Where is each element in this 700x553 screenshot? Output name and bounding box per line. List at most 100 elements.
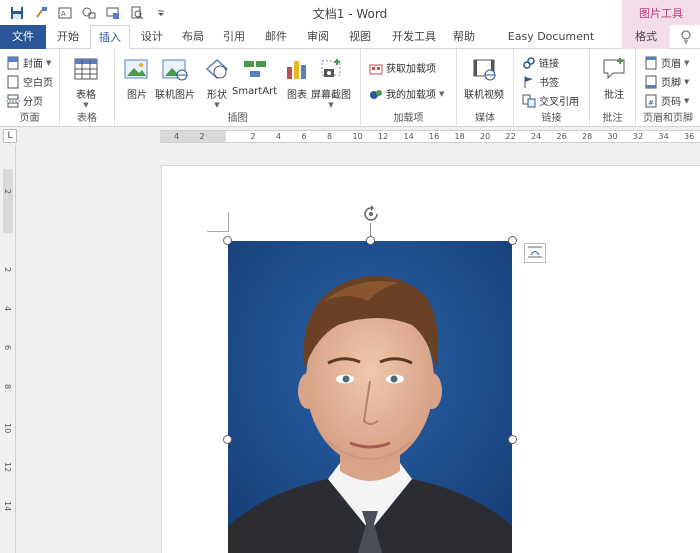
resize-handle-left[interactable] [223,435,232,444]
chart-label: 图表 [287,90,307,101]
tab-view[interactable]: 视图 [342,25,378,49]
ruler-number: 2 [250,132,256,141]
group-pages-label: 页面 [19,113,40,124]
tab-mailings[interactable]: 邮件 [258,25,294,49]
my-addins-button[interactable]: 我的加载项 ▼ [369,85,444,102]
group-addins: 获取加载项 我的加载项 ▼ 加载项 [361,49,457,127]
group-tables-label: 表格 [77,113,97,124]
picture-icon [123,55,151,83]
tab-layout[interactable]: 布局 [175,25,211,49]
group-comments-label: 批注 [602,113,623,124]
page-break-label: 分页 [23,97,43,108]
tab-developer[interactable]: 开发工具 [384,25,444,49]
shapes-icon [203,55,231,83]
picture-button[interactable]: 图片 [123,55,151,101]
ruler-number: 12 [3,462,12,473]
group-header-footer-label: 页眉和页脚 [643,113,693,124]
table-label: 表格 [76,90,96,101]
page-break-button[interactable]: 分页 [6,92,43,109]
table-button[interactable]: 表格 ▼ [72,55,100,109]
ruler-number: 2 [3,267,12,273]
rotate-handle[interactable] [362,205,380,223]
cover-page-label: 封面 [23,59,43,70]
comment-label: 批注 [604,90,624,101]
store-icon [369,61,383,75]
online-picture-button[interactable]: 联机图片 [155,55,195,101]
blank-page-label: 空白页 [23,78,53,89]
svg-text:#: # [648,99,654,107]
page-number-icon: # [644,94,658,108]
tab-format[interactable]: 格式 [622,25,670,49]
ruler-number: 6 [301,132,307,141]
page-number-button[interactable]: # 页码 ▼ [644,92,689,109]
ribbon-insert: 封面 ▼ 空白页 分页 页面 表格 ▼ 表格 图片 联机图片 形状 ▼ Smar… [0,49,700,127]
header-icon [644,56,658,70]
blank-page-button[interactable]: 空白页 [6,73,53,90]
footer-icon [644,75,658,89]
online-picture-icon [161,55,189,83]
chevron-down-icon: ▼ [684,77,690,86]
inserted-picture[interactable] [228,241,512,553]
header-button[interactable]: 页眉 ▼ [644,54,689,71]
ruler-number: 26 [556,132,567,141]
ruler-number: 34 [658,132,669,141]
resize-handle-top-right[interactable] [508,236,517,245]
vertical-ruler[interactable]: 2 2 4 6 8 10 12 14 [0,145,16,553]
ruler-number: 16 [429,132,440,141]
link-button[interactable]: 链接 [522,54,559,71]
layout-options-icon [527,245,543,262]
screenshot-button[interactable]: 屏幕截图 ▼ [311,55,351,109]
tab-home[interactable]: 开始 [49,25,87,49]
ruler-number: 30 [607,132,618,141]
tab-help[interactable]: 帮助 [448,25,480,49]
cover-page-button[interactable]: 封面 ▼ [6,54,51,71]
document-title: 文档1 - Word [312,7,388,21]
tab-selector[interactable]: L [3,129,17,143]
group-links: 链接 书签 交叉引用 链接 [514,49,590,127]
link-icon [522,56,536,70]
group-addins-label: 加载项 [393,113,424,124]
bookmark-button[interactable]: 书签 [522,73,559,90]
group-comments: 批注 批注 [590,49,636,127]
comment-button[interactable]: 批注 [600,55,628,101]
tab-easy-document-creator[interactable]: Easy Document Creator [486,25,616,67]
tell-me-icon[interactable] [676,25,696,49]
cross-reference-button[interactable]: 交叉引用 [522,92,579,109]
title-bar: A 文档1 - Word 图片工具 [0,0,700,25]
my-addins-label: 我的加载项 [386,90,436,101]
blank-page-icon [6,75,20,89]
tab-references[interactable]: 引用 [216,25,252,49]
ruler-top-margin [3,169,13,233]
resize-handle-right[interactable] [508,435,517,444]
chart-button[interactable]: 图表 [283,55,311,101]
chevron-down-icon: ▼ [439,89,445,98]
shapes-button[interactable]: 形状 ▼ [203,55,231,109]
horizontal-ruler[interactable]: 4 2 2 4 6 8 10 12 14 16 18 20 22 24 26 28 30 32 34 36 [160,130,700,143]
cross-reference-icon [522,94,536,108]
group-pages: 封面 ▼ 空白页 分页 页面 [0,49,60,127]
tab-insert[interactable]: 插入 [90,25,130,50]
smartart-button[interactable]: SmartArt [232,55,277,97]
layout-options-button[interactable] [524,243,546,263]
chevron-down-icon: ▼ [46,58,52,67]
chart-icon [283,55,311,83]
tab-file[interactable]: 文件 [0,25,46,49]
ruler-number: 6 [3,345,12,351]
tab-design[interactable]: 设计 [134,25,170,49]
chevron-down-icon: ▼ [214,101,220,109]
online-video-button[interactable]: 联机视频 [464,55,504,101]
group-media: 联机视频 媒体 [457,49,514,127]
tab-review[interactable]: 审阅 [300,25,336,49]
ruler-number: 18 [454,132,465,141]
ruler-number: 28 [582,132,593,141]
bookmark-icon [522,75,536,89]
get-addins-button[interactable]: 获取加载项 [369,59,436,76]
resize-handle-top[interactable] [366,236,375,245]
footer-button[interactable]: 页脚 ▼ [644,73,689,90]
ruler-number: 14 [3,501,12,512]
link-label: 链接 [539,59,559,70]
online-video-icon [470,55,498,83]
online-picture-label: 联机图片 [155,90,195,101]
resize-handle-top-left[interactable] [223,236,232,245]
group-links-label: 链接 [541,113,562,124]
